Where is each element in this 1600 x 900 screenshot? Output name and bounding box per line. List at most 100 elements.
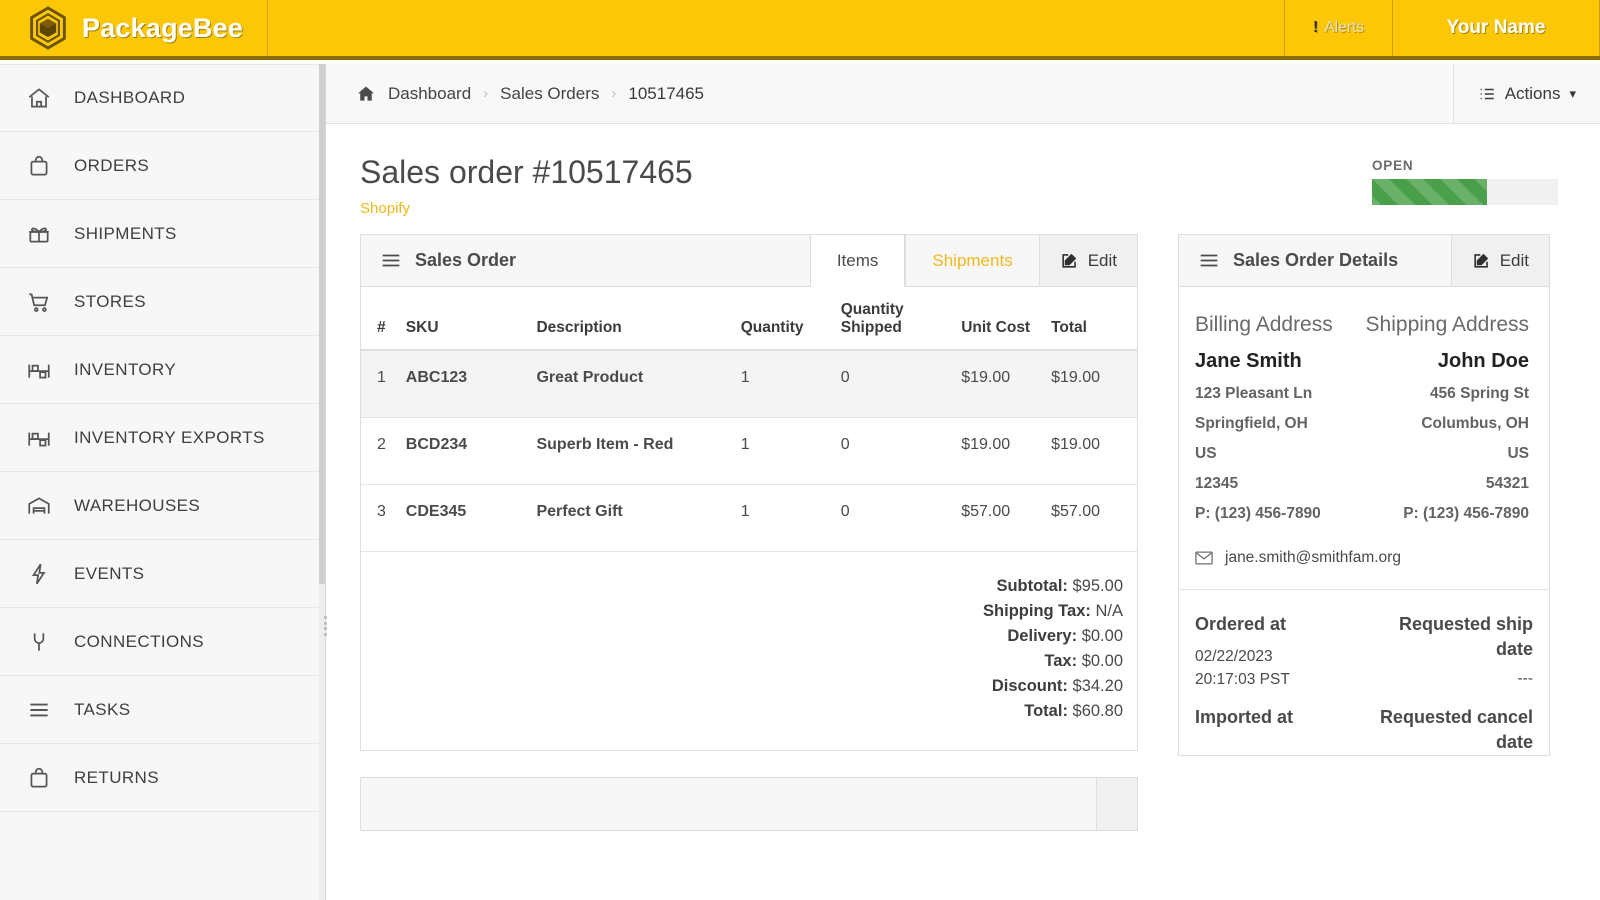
shipping-address-heading: Shipping Address xyxy=(1365,313,1529,336)
brand-logo-link[interactable]: PackageBee xyxy=(0,0,269,56)
sidebar-item-dashboard[interactable]: DASHBOARD xyxy=(0,64,325,132)
sidebar-item-connections[interactable]: CONNECTIONS xyxy=(0,608,325,676)
total-row-tax: Tax: $0.00 xyxy=(361,649,1123,674)
cell-quantity-shipped: 0 xyxy=(834,417,956,485)
total-label: Delivery: xyxy=(1007,627,1078,645)
card-title-text: Sales Order xyxy=(415,250,517,270)
ordered-at-date: 02/22/2023 xyxy=(1195,648,1273,665)
sidebar-item-inventory-exports[interactable]: INVENTORY EXPORTS xyxy=(0,404,325,472)
cell-sku: CDE345 xyxy=(399,484,531,552)
sidebar-item-stores[interactable]: STORES xyxy=(0,268,325,336)
right-column: Sales Order Details Edit Billing Address xyxy=(1178,234,1550,831)
details-card-header: Sales Order Details Edit xyxy=(1179,235,1549,287)
total-row-shipping-tax: Shipping Tax: N/A xyxy=(361,599,1123,624)
breadcrumb-bar: Dashboard › Sales Orders › 10517465 Acti… xyxy=(326,64,1600,124)
cell-unit-cost: $19.00 xyxy=(955,417,1046,485)
billing-phone: P: (123) 456-7890 xyxy=(1195,505,1321,522)
cell-sku: BCD234 xyxy=(399,417,531,485)
customer-email[interactable]: jane.smith@smithfam.org xyxy=(1225,549,1401,567)
breadcrumb-item-dashboard[interactable]: Dashboard xyxy=(388,84,471,104)
col-header-text: Unit Cost xyxy=(961,319,1031,336)
cell-unit-cost: $19.00 xyxy=(955,350,1046,418)
sidebar-item-label: SHIPMENTS xyxy=(74,223,177,243)
table-row[interactable]: 1 ABC123 Great Product 1 0 $19.00 $19.00 xyxy=(361,350,1137,418)
sidebar-item-shipments[interactable]: SHIPMENTS xyxy=(0,200,325,268)
col-header-quantity: Quantity xyxy=(734,287,835,351)
shipping-address-block: Shipping Address John Doe 456 Spring St … xyxy=(1362,311,1529,523)
col-header-total: Total xyxy=(1045,287,1137,351)
details-card-title: Sales Order Details xyxy=(1179,235,1451,286)
plug-icon xyxy=(26,629,52,655)
col-header-unit-cost: Unit Cost xyxy=(955,287,1046,351)
tab-items[interactable]: Items xyxy=(809,235,906,287)
sidebar-nav: DASHBOARD ORDERS SHIPMENTS STORES INVENT… xyxy=(0,64,329,900)
cell-description: Perfect Gift xyxy=(530,484,735,552)
sidebar-item-inventory[interactable]: INVENTORY xyxy=(0,336,325,404)
table-header-row: # SKU Description Quantity Quantity Ship… xyxy=(361,287,1137,351)
sidebar-item-warehouses[interactable]: WAREHOUSES xyxy=(0,472,325,540)
ordered-at-time: 20:17:03 PST xyxy=(1195,671,1290,688)
tab-shipments[interactable]: Shipments xyxy=(905,235,1038,286)
total-value: $34.20 xyxy=(1072,677,1123,695)
sidebar-scrollbar-track[interactable] xyxy=(319,64,325,900)
cell-quantity: 1 xyxy=(734,484,835,552)
total-label: Discount: xyxy=(991,677,1068,695)
edit-details-button[interactable]: Edit xyxy=(1450,235,1549,286)
table-row[interactable]: 3 CDE345 Perfect Gift 1 0 $57.00 $57.00 xyxy=(361,484,1137,552)
shipping-street: 456 Spring St xyxy=(1429,385,1529,402)
exclamation-icon: ! xyxy=(1313,19,1319,36)
items-table-body: 1 ABC123 Great Product 1 0 $19.00 $19.00… xyxy=(361,350,1137,552)
cell-quantity-shipped: 0 xyxy=(834,350,956,418)
table-row[interactable]: 2 BCD234 Superb Item - Red 1 0 $19.00 $1… xyxy=(361,417,1137,485)
requested-ship-date-value: --- xyxy=(1517,670,1534,687)
left-column: Sales Order Items Shipments Edit # SKU D… xyxy=(360,234,1138,831)
edit-sales-order-button[interactable]: Edit xyxy=(1038,235,1137,286)
pencil-square-icon xyxy=(1060,251,1079,270)
items-table-head: # SKU Description Quantity Quantity Ship… xyxy=(361,287,1137,351)
shipping-country: US xyxy=(1507,445,1529,462)
cell-total: $19.00 xyxy=(1045,417,1137,485)
cell-index: 2 xyxy=(361,417,400,485)
total-row-subtotal: Subtotal: $95.00 xyxy=(361,574,1123,599)
requested-ship-date-label: Requested ship date xyxy=(1398,614,1533,659)
billing-street: 123 Pleasant Ln xyxy=(1195,385,1313,402)
sidebar-item-label: INVENTORY xyxy=(74,359,177,379)
customer-email-row: jane.smith@smithfam.org xyxy=(1179,529,1549,590)
total-value: $60.80 xyxy=(1072,702,1123,720)
cell-quantity: 1 xyxy=(734,417,835,485)
breadcrumb: Dashboard › Sales Orders › 10517465 xyxy=(326,84,704,104)
page-header: Sales order #10517465 Shopify OPEN xyxy=(326,124,1600,234)
gift-box-icon xyxy=(26,221,52,247)
home-icon[interactable] xyxy=(356,84,376,104)
list-icon xyxy=(1478,85,1496,103)
user-name-label: Your Name xyxy=(1446,17,1546,38)
edit-label: Edit xyxy=(1087,250,1117,270)
sidebar-item-returns[interactable]: RETURNS xyxy=(0,744,325,812)
actions-dropdown-button[interactable]: Actions ▾ xyxy=(1452,64,1600,123)
order-meta-grid-2: Imported at Requested cancel date xyxy=(1179,691,1549,755)
status-indicator: OPEN xyxy=(1372,158,1558,205)
main-content: Dashboard › Sales Orders › 10517465 Acti… xyxy=(326,64,1600,900)
alerts-button[interactable]: ! Alerts xyxy=(1284,0,1392,56)
user-menu-button[interactable]: Your Name xyxy=(1392,0,1600,56)
header-spacer xyxy=(268,0,1284,56)
breadcrumb-item-sales-orders[interactable]: Sales Orders xyxy=(500,84,599,104)
sidebar-item-label: EVENTS xyxy=(74,563,145,583)
addresses-grid: Billing Address Jane Smith 123 Pleasant … xyxy=(1179,287,1549,529)
status-progress-track xyxy=(1372,179,1558,205)
cell-quantity-shipped: 0 xyxy=(834,484,956,552)
sidebar-scrollbar-thumb[interactable] xyxy=(319,64,325,584)
sidebar-resize-handle[interactable] xyxy=(321,614,329,638)
sidebar-item-label: CONNECTIONS xyxy=(74,631,205,651)
hamburger-icon xyxy=(381,253,401,268)
order-meta-grid: Ordered at 02/22/2023 20:17:03 PST Reque… xyxy=(1179,590,1549,691)
cell-total: $19.00 xyxy=(1045,350,1137,418)
billing-postal: 12345 xyxy=(1195,475,1239,492)
sales-order-card-title: Sales Order xyxy=(361,235,810,286)
sidebar-item-tasks[interactable]: TASKS xyxy=(0,676,325,744)
sidebar-item-events[interactable]: EVENTS xyxy=(0,540,325,608)
breadcrumb-item-order-id: 10517465 xyxy=(628,83,705,103)
next-card-edit-button[interactable] xyxy=(1096,778,1137,830)
sidebar-item-orders[interactable]: ORDERS xyxy=(0,132,325,200)
col-header-index: # xyxy=(361,287,400,351)
